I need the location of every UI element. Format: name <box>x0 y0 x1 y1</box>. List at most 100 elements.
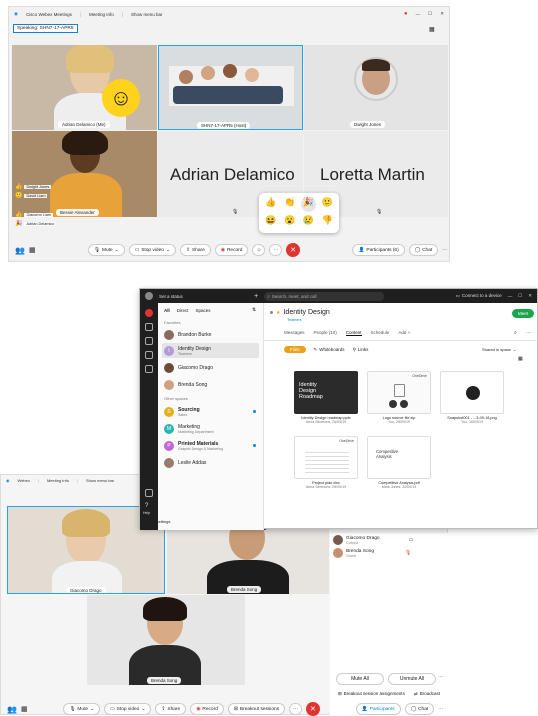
more-icon[interactable]: ⋯ <box>438 674 443 680</box>
record-button[interactable]: ◉ Record <box>190 703 224 715</box>
participant-role: Cohost <box>346 540 359 545</box>
stop-video-button[interactable]: ▭ Stop video ⌄ <box>104 703 152 715</box>
layout-icon[interactable]: ▦ <box>21 705 28 713</box>
share-button[interactable]: ⇪ Share <box>155 703 187 715</box>
tab-people[interactable]: People (10) <box>314 330 337 336</box>
space-item[interactable]: Brandon Burke <box>162 327 259 342</box>
end-call-button[interactable]: ✕ <box>305 702 320 716</box>
breakout-assignments-link[interactable]: ⊞ Breakout session assignments <box>338 691 405 697</box>
file-card[interactable]: Competitive Analysis Competitive Analysi… <box>367 436 431 499</box>
record-button[interactable]: ◉ Record <box>214 244 249 256</box>
more-icon[interactable]: ⋯ <box>526 330 531 336</box>
call-settings-link[interactable]: ⚙ Call settings <box>143 519 170 524</box>
reaction-thumbs-down[interactable]: 👎 <box>319 215 335 230</box>
subtab-files[interactable]: Files <box>284 346 306 353</box>
close-icon[interactable]: ✕ <box>440 11 444 17</box>
tab-content[interactable]: Content <box>345 330 362 336</box>
chevron-down-icon[interactable]: ⌄ <box>115 248 119 253</box>
plus-icon[interactable]: + <box>254 293 258 300</box>
participants-button[interactable]: 👤 Participants (6) <box>352 244 405 256</box>
broadcast-link[interactable]: ⇌ Broadcast <box>414 691 440 697</box>
meet-button[interactable]: Meet <box>512 309 535 318</box>
subtab-links[interactable]: ⚲ Links <box>353 347 369 353</box>
file-card[interactable]: Snapshot001 - ...3-09-18.png You, 18/09/… <box>440 371 504 434</box>
participant-row[interactable]: Brenda Song Guest 🎙 <box>333 548 411 558</box>
filter-direct[interactable]: Direct <box>177 308 189 313</box>
tab-messages[interactable]: Messages <box>284 330 305 336</box>
teams-icon[interactable] <box>145 323 153 331</box>
chat-button[interactable]: ◯ Chat <box>408 244 439 256</box>
status-link[interactable]: Set a status <box>159 294 183 299</box>
space-item-selected[interactable]: I Identity Design Teamers <box>162 343 259 358</box>
stop-video-button[interactable]: ▭ Stop video ⌄ <box>128 244 176 256</box>
layout-grid-icon[interactable]: ▦ <box>429 26 435 33</box>
reaction-clap[interactable]: 👏 <box>282 197 298 212</box>
more-icon[interactable]: ⋯ <box>438 707 443 712</box>
shared-in-space-dropdown[interactable]: Shared in space ⌄ <box>482 347 516 352</box>
participant-row[interactable]: Giacomo Drago Cohost ▭ <box>333 535 413 545</box>
space-item[interactable]: Brenda Song <box>162 377 259 392</box>
avatar[interactable] <box>145 292 153 300</box>
reaction-smile[interactable]: 🙂 <box>319 197 335 212</box>
file-card[interactable]: OneDrive Project plan.xlsx Anna Simmons,… <box>294 436 358 499</box>
file-card[interactable]: OneDrive Logo source file.zip You, 28/09… <box>367 371 431 434</box>
space-item[interactable]: Leslie Addas <box>162 455 259 470</box>
minimize-icon[interactable]: — <box>508 294 513 299</box>
tab-add[interactable]: Add + <box>398 330 410 336</box>
messages-icon[interactable] <box>145 309 153 317</box>
space-item[interactable]: S Sourcing Sales <box>162 404 259 419</box>
mute-button[interactable]: 🎙 Mute ⌄ <box>87 244 125 256</box>
reaction-thumbs-up[interactable]: 👍 <box>263 197 279 212</box>
show-menu-bar-link[interactable]: Show menu bar <box>86 478 114 483</box>
space-item[interactable]: P Printed Materials Graphic Design & Marke… <box>162 438 259 453</box>
participants-button[interactable]: 👤 Participants <box>355 703 401 715</box>
reaction-sad[interactable]: 😢 <box>301 215 317 230</box>
reaction-celebrate[interactable]: 🎉 <box>300 197 317 212</box>
share-button[interactable]: ⇪ Share <box>179 244 211 256</box>
unmute-all-button[interactable]: Unmute All <box>388 673 436 685</box>
close-icon[interactable]: ✕ <box>528 293 532 299</box>
view-toggle-icon[interactable]: ▦ <box>518 356 523 362</box>
search-icon[interactable]: ⌕ <box>514 330 517 336</box>
show-menu-bar-link[interactable]: Show menu bar <box>131 12 163 17</box>
space-item[interactable]: Giacomo Drago <box>162 360 259 375</box>
search-input[interactable]: ⌕ Search, meet, and call <box>264 291 385 301</box>
chevron-down-icon[interactable]: ⌄ <box>141 707 145 712</box>
file-card[interactable]: Identity Design Roadmap Identity Design … <box>294 371 358 434</box>
meeting-info-link[interactable]: Meeting Info <box>47 478 69 483</box>
more-icon[interactable]: ⋯ <box>442 248 447 253</box>
layout-icon[interactable]: ▦ <box>29 246 36 254</box>
reaction-laugh[interactable]: 😆 <box>263 215 279 230</box>
connect-device-link[interactable]: ▭ Connect to a device <box>456 293 502 299</box>
reaction-surprised[interactable]: 😮 <box>282 215 298 230</box>
calls-icon[interactable] <box>145 351 153 359</box>
more-options-button[interactable]: ⋯ <box>269 244 283 256</box>
calendar-icon[interactable] <box>145 365 153 373</box>
space-item[interactable]: M Marketing Marketing Department <box>162 421 259 436</box>
end-call-button[interactable]: ✕ <box>286 243 301 257</box>
apps-icon[interactable] <box>145 489 153 497</box>
breakout-sessions-button[interactable]: ⊞ Breakout sessions <box>227 703 286 715</box>
more-options-button[interactable]: ⋯ <box>289 703 302 715</box>
mute-all-button[interactable]: Mute All <box>336 673 384 685</box>
chevron-down-icon[interactable]: ⌄ <box>166 248 170 253</box>
reactions-button[interactable]: ☺ <box>252 244 266 256</box>
tile-big-name: Loretta Martin <box>320 165 425 184</box>
filter-spaces[interactable]: Spaces <box>196 308 211 313</box>
people-icon[interactable]: 👥 <box>15 246 25 255</box>
maximize-icon[interactable]: ☐ <box>518 293 522 299</box>
maximize-icon[interactable]: ☐ <box>428 11 432 17</box>
subtab-whiteboards[interactable]: ✎ Whiteboards <box>314 347 345 353</box>
meeting-info-link[interactable]: Meeting Info <box>89 12 114 17</box>
mute-button[interactable]: 🎙 Mute ⌄ <box>63 703 101 715</box>
tab-schedule[interactable]: Schedule <box>371 330 390 336</box>
filter-icon[interactable]: ⇅ <box>252 307 256 313</box>
minimize-icon[interactable]: — <box>416 12 421 17</box>
meetings-icon[interactable] <box>145 337 153 345</box>
chat-button[interactable]: ◯ Chat <box>404 703 435 715</box>
chevron-down-icon[interactable]: ⌄ <box>90 707 94 712</box>
filter-all[interactable]: All <box>164 308 170 313</box>
people-icon[interactable]: 👥 <box>7 705 17 714</box>
star-icon[interactable]: ★ <box>276 310 280 316</box>
help-icon[interactable]: ? <box>145 503 148 509</box>
